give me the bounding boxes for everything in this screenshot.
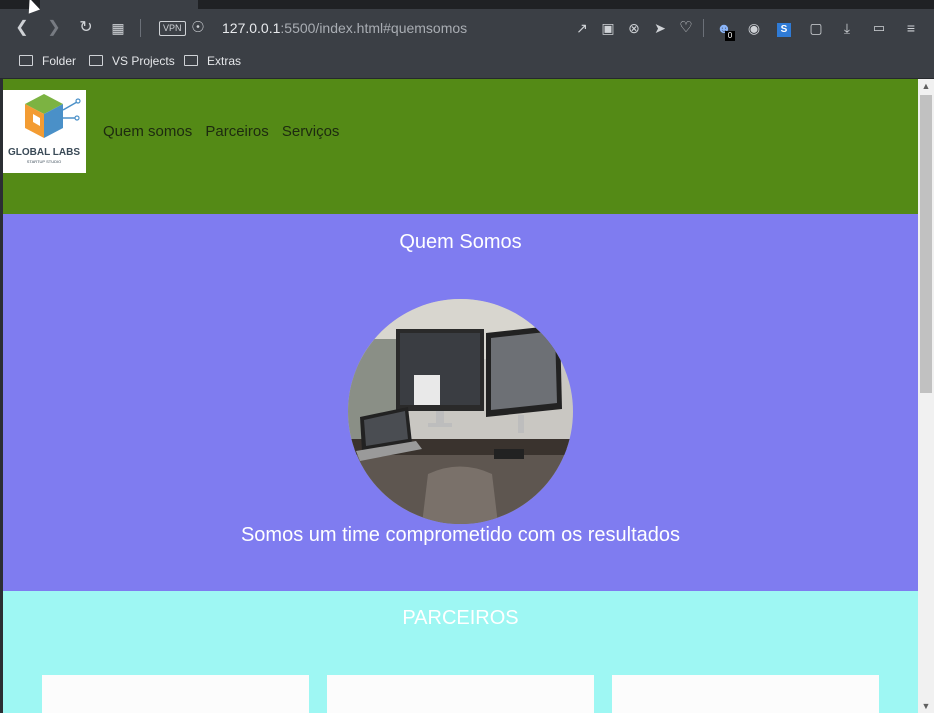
camera-icon[interactable]: ▣ bbox=[598, 9, 618, 47]
tab-strip bbox=[0, 0, 934, 9]
address-bar[interactable]: 127.0.0.1:5500/index.html#quemsomos bbox=[222, 9, 467, 47]
world-icon[interactable]: ◉ bbox=[744, 9, 764, 47]
bookmark-label: Folder bbox=[42, 54, 77, 68]
page-scrollbar[interactable]: ▲ ▼ bbox=[918, 79, 934, 713]
folder-icon bbox=[19, 55, 33, 66]
back-icon[interactable]: ❮ bbox=[12, 9, 32, 47]
download-icon[interactable]: ⤓ bbox=[837, 9, 857, 47]
notification-badge: 0 bbox=[725, 31, 735, 41]
nav-parceiros[interactable]: Parceiros bbox=[205, 123, 268, 140]
bookmark-folder[interactable]: Folder bbox=[19, 47, 76, 76]
logo-title: GLOBAL LABS bbox=[8, 147, 80, 158]
partner-card[interactable] bbox=[42, 675, 309, 713]
scroll-up-icon[interactable]: ▲ bbox=[918, 79, 934, 93]
parceiros-heading: PARCEIROS bbox=[402, 607, 519, 629]
page-viewport: GLOBAL LABS STARTUP STUDIO Quem somos Pa… bbox=[3, 79, 918, 713]
heart-icon[interactable]: ♡ bbox=[676, 9, 696, 47]
main-nav: Quem somos Parceiros Serviços bbox=[103, 123, 348, 140]
site-header: GLOBAL LABS STARTUP STUDIO Quem somos Pa… bbox=[3, 79, 918, 214]
send-icon[interactable]: ➤ bbox=[650, 9, 670, 47]
bookmark-label: VS Projects bbox=[112, 54, 175, 68]
toolbar-divider bbox=[703, 19, 704, 37]
bookmark-vs-projects[interactable]: VS Projects bbox=[89, 47, 175, 76]
scroll-down-icon[interactable]: ▼ bbox=[918, 699, 934, 713]
close-circle-icon[interactable]: ⊗ bbox=[624, 9, 644, 47]
url-path: :5500/index.html#quemsomos bbox=[280, 20, 468, 36]
settings-sliders-icon[interactable]: ≡ bbox=[901, 9, 921, 47]
partner-card[interactable] bbox=[612, 675, 879, 713]
battery-icon[interactable]: ▭ bbox=[869, 9, 889, 47]
quem-somos-heading: Quem Somos bbox=[399, 231, 522, 253]
reload-icon[interactable]: ↻ bbox=[76, 9, 96, 47]
globe-icon[interactable]: ☉ bbox=[188, 9, 208, 47]
global-labs-logo[interactable]: GLOBAL LABS STARTUP STUDIO bbox=[3, 90, 86, 173]
parceiros-section: PARCEIROS bbox=[3, 591, 918, 713]
scroll-thumb[interactable] bbox=[920, 95, 932, 393]
bookmark-extras[interactable]: Extras bbox=[184, 47, 241, 76]
folder-icon bbox=[184, 55, 198, 66]
quem-somos-section: Quem Somos Somos um time comprometido co… bbox=[3, 214, 918, 591]
partner-card[interactable] bbox=[327, 675, 594, 713]
extension-ghost-icon[interactable]: ☻ 0 bbox=[712, 9, 736, 47]
url-host: 127.0.0.1 bbox=[222, 20, 281, 36]
extension-s-icon[interactable]: S bbox=[774, 9, 794, 47]
share-icon[interactable]: ↗ bbox=[572, 9, 592, 47]
toolbar-divider bbox=[140, 19, 141, 37]
nav-servicos[interactable]: Serviços bbox=[282, 123, 340, 140]
active-tab[interactable] bbox=[40, 0, 198, 9]
workspace-photo bbox=[348, 299, 573, 524]
vpn-badge[interactable]: VPN bbox=[159, 21, 186, 36]
quem-somos-text: Somos um time comprometido com os result… bbox=[240, 524, 681, 546]
logo-subtitle: STARTUP STUDIO bbox=[27, 159, 61, 164]
bookmarks-bar: Folder VS Projects Extras bbox=[0, 47, 934, 79]
nav-quem-somos[interactable]: Quem somos bbox=[103, 123, 192, 140]
tabs-grid-icon[interactable]: ▦ bbox=[108, 9, 128, 47]
browser-toolbar: ❮ ❯ ↻ ▦ VPN ☉ 127.0.0.1:5500/index.html#… bbox=[0, 9, 934, 47]
folder-icon bbox=[89, 55, 103, 66]
bookmark-label: Extras bbox=[207, 54, 242, 68]
logo-cube-icon: GLOBAL LABS STARTUP STUDIO bbox=[8, 94, 81, 164]
forward-icon[interactable]: ❯ bbox=[44, 9, 64, 47]
cube-icon[interactable]: ▢ bbox=[806, 9, 826, 47]
